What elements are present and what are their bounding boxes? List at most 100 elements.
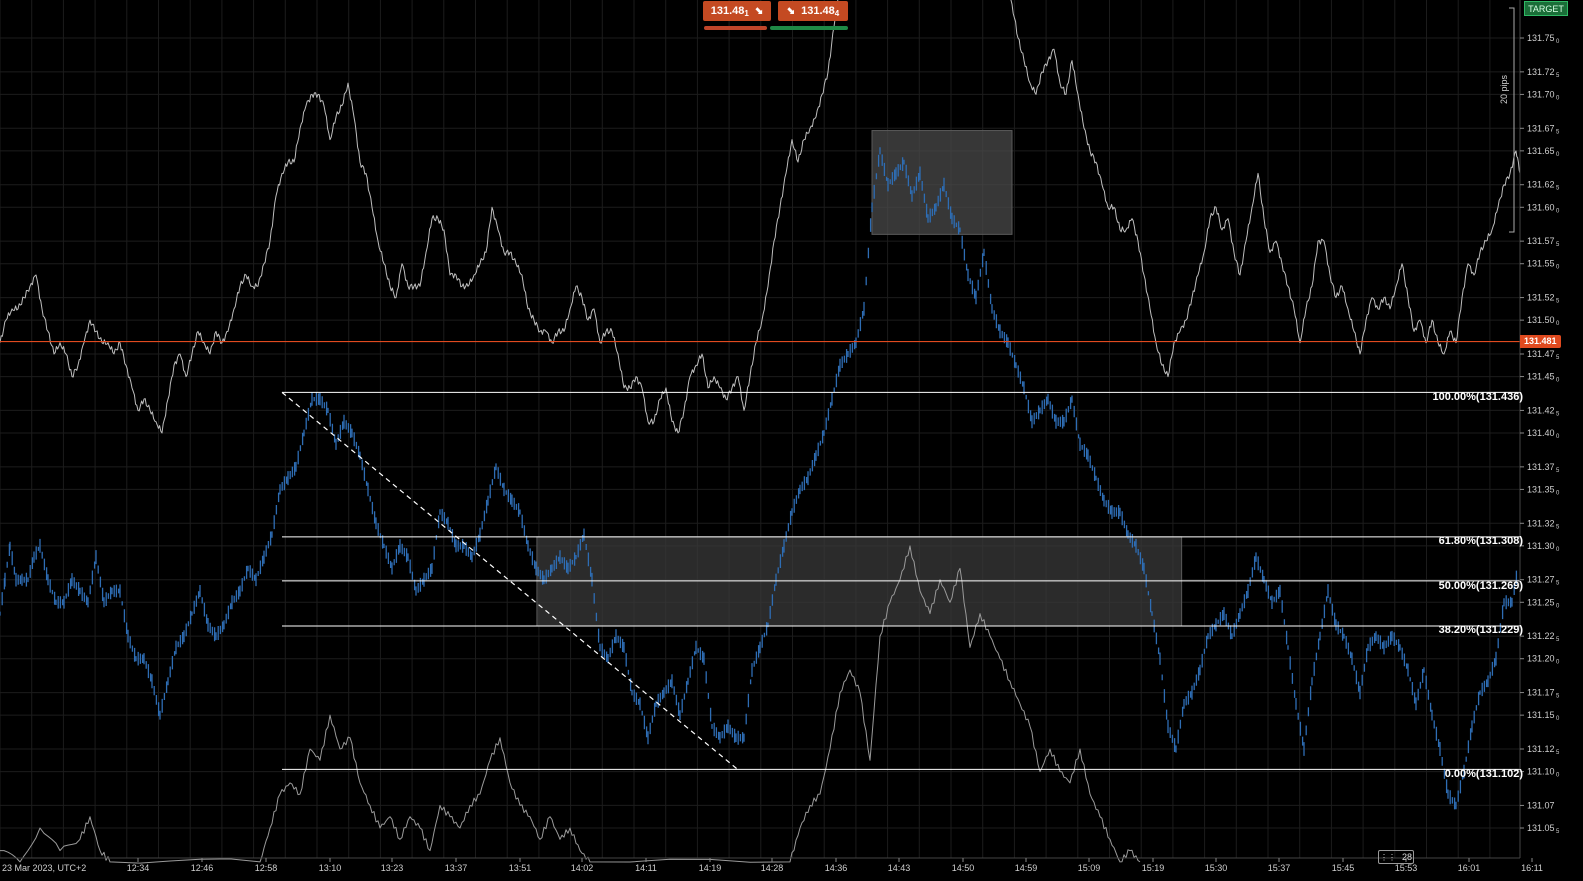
y-tick-label: 131.67: [1527, 123, 1555, 133]
sell-button[interactable]: 131.48 1 ⬊: [703, 1, 771, 21]
series-0: [0, 147, 1518, 810]
y-tick-suffix: 5: [1556, 73, 1560, 79]
y-tick-suffix: 5: [1556, 829, 1560, 835]
x-tick-label: 15:53: [1395, 863, 1418, 873]
sell-price-sup: 1: [744, 8, 749, 18]
y-tick-label: 131.27: [1527, 575, 1555, 585]
y-tick-label: 131.62: [1527, 180, 1555, 190]
y-tick-label: 131.55: [1527, 259, 1555, 269]
y-tick-suffix: 5: [1556, 581, 1560, 587]
x-tick-label: 13:10: [319, 863, 342, 873]
sentiment-sell-bar: [704, 26, 767, 30]
buy-arrow-icon: ⬊: [786, 5, 796, 17]
x-tick-label: 14:36: [825, 863, 848, 873]
buy-button[interactable]: ⬊ 131.48 4: [778, 1, 848, 21]
y-tick-label: 131.37: [1527, 462, 1555, 472]
x-tick-label: 13:37: [445, 863, 468, 873]
x-tick-label: 15:30: [1205, 863, 1228, 873]
y-tick-suffix: 0: [1556, 152, 1560, 158]
x-tick-label: 15:09: [1078, 863, 1101, 873]
y-tick-label: 131.07: [1527, 800, 1555, 810]
y-tick-suffix: 0: [1556, 603, 1560, 609]
x-tick-label: 14:02: [571, 863, 594, 873]
y-tick-suffix: 5: [1556, 299, 1560, 305]
y-tick-label: 131.25: [1527, 597, 1555, 607]
y-tick-label: 131.12: [1527, 744, 1555, 754]
y-tick-suffix: 0: [1556, 660, 1560, 666]
y-tick-suffix: 0: [1556, 434, 1560, 440]
fib-label-382: 38.20%(131.229): [1438, 624, 1523, 636]
fib-label-50: 50.00%(131.269): [1438, 580, 1523, 592]
y-tick-suffix: 0: [1556, 773, 1560, 779]
y-tick-suffix: 0: [1556, 547, 1560, 553]
y-tick-label: 131.65: [1527, 146, 1555, 156]
y-tick-label: 131.35: [1527, 484, 1555, 494]
y-tick-label: 131.57: [1527, 236, 1555, 246]
sell-arrow-icon: ⬊: [754, 5, 764, 17]
y-tick-label: 131.20: [1527, 654, 1555, 664]
y-tick-label: 131.45: [1527, 372, 1555, 382]
y-tick-suffix: 0: [1556, 95, 1560, 101]
y-tick-label: 131.47: [1527, 349, 1555, 359]
bar-count-badge[interactable]: ⋮⋮ 28: [1378, 850, 1414, 864]
x-tick-label: 14:19: [699, 863, 722, 873]
y-tick-label: 131.15: [1527, 710, 1555, 720]
current-price-label: 131.481: [1520, 335, 1561, 348]
y-tick-suffix: 0: [1556, 321, 1560, 327]
chart-grid: [0, 0, 1520, 858]
y-tick-label: 131.42: [1527, 405, 1555, 415]
x-tick-label: 14:28: [761, 863, 784, 873]
axes: 131.05 5131.07131.10 0131.12 5131.15 0131.17…: [0, 0, 1560, 873]
y-tick-label: 131.72: [1527, 67, 1555, 77]
x-tick-label: 14:11: [635, 863, 657, 873]
y-tick-label: 131.40: [1527, 428, 1555, 438]
bar-count: 28: [1401, 852, 1412, 862]
sell-price: 131.48: [710, 5, 745, 17]
y-tick-suffix: 0: [1556, 716, 1560, 722]
sentiment-buy-bar: [770, 26, 848, 30]
fib-label-100: 100.00%(131.436): [1432, 391, 1523, 403]
grip-icon: ⋮⋮: [1379, 852, 1396, 862]
y-tick-suffix: 5: [1556, 750, 1560, 756]
y-tick-label: 131.05: [1527, 823, 1555, 833]
y-tick-label: 131.70: [1527, 89, 1555, 99]
pips-ruler: [1509, 7, 1515, 233]
y-tick-label: 131.22: [1527, 631, 1555, 641]
x-tick-label: 14:50: [952, 863, 975, 873]
x-tick-label: 12:46: [191, 863, 214, 873]
x-tick-label: 15:19: [1142, 863, 1165, 873]
y-tick-label: 131.17: [1527, 688, 1555, 698]
y-tick-label: 131.60: [1527, 202, 1555, 212]
buy-price-sup: 4: [834, 8, 840, 18]
y-tick-suffix: 5: [1556, 129, 1560, 135]
x-tick-label: 12:58: [255, 863, 278, 873]
y-tick-suffix: 0: [1556, 39, 1560, 45]
fib-label-618: 61.80%(131.308): [1438, 535, 1523, 547]
y-tick-suffix: 5: [1556, 694, 1560, 700]
y-tick-label: 131.52: [1527, 293, 1555, 303]
y-tick-suffix: 5: [1556, 524, 1560, 530]
x-axis-start-label: 23 Mar 2023, UTC+2: [2, 863, 86, 873]
x-tick-label: 15:37: [1268, 863, 1291, 873]
y-tick-suffix: 0: [1556, 265, 1560, 271]
zone-rect-0[interactable]: [536, 536, 1183, 627]
fibonacci-levels[interactable]: [282, 391, 1520, 770]
price-chart[interactable]: 131.05 5131.07131.10 0131.12 5131.15 0131.17…: [0, 0, 1583, 881]
y-tick-suffix: 5: [1556, 411, 1560, 417]
x-tick-label: 16:01: [1458, 863, 1481, 873]
target-badge[interactable]: TARGET: [1524, 1, 1568, 16]
x-tick-label: 14:43: [888, 863, 911, 873]
x-tick-label: 13:23: [381, 863, 404, 873]
y-tick-suffix: 5: [1556, 468, 1560, 474]
series-bars-path: [0, 147, 1518, 810]
fib-label-0: 0.00%(131.102): [1444, 768, 1523, 780]
x-tick-label: 14:59: [1015, 863, 1038, 873]
y-tick-suffix: 5: [1556, 637, 1560, 643]
pips-ruler-label: 20 pips: [1499, 74, 1509, 104]
buy-price: 131.48: [801, 5, 835, 17]
y-tick-suffix: 0: [1556, 208, 1560, 214]
y-tick-suffix: 5: [1556, 355, 1560, 361]
y-tick-suffix: 5: [1556, 186, 1560, 192]
y-tick-suffix: 5: [1556, 242, 1560, 248]
y-tick-label: 131.30: [1527, 541, 1555, 551]
